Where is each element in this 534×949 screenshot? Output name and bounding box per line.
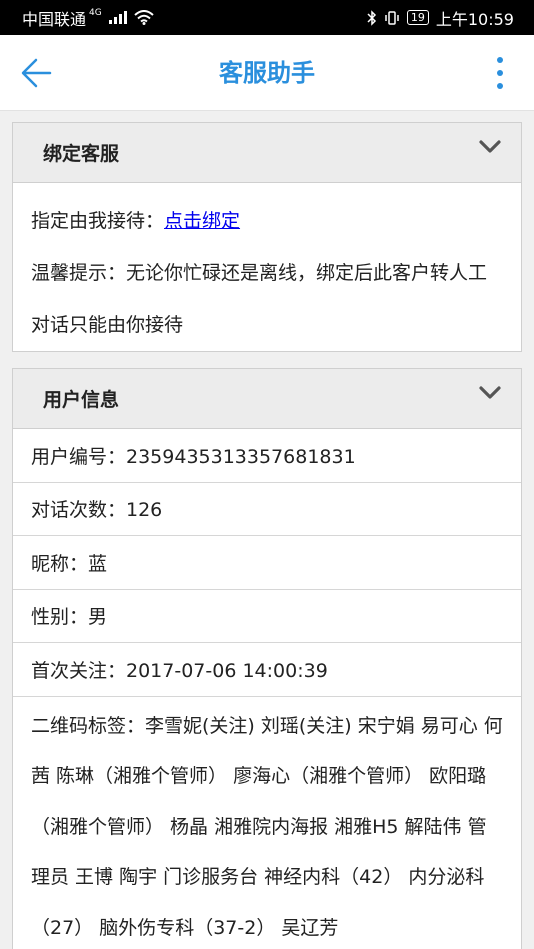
network-type-label: 4G: [89, 7, 102, 18]
battery-level: 19: [410, 11, 425, 24]
gender-row: 性别：男: [13, 590, 521, 643]
bind-panel-header[interactable]: 绑定客服: [13, 123, 521, 183]
bluetooth-icon: [367, 9, 376, 26]
more-vertical-icon: [497, 57, 503, 63]
app-header: 客服助手: [0, 35, 534, 111]
more-menu-button[interactable]: [496, 57, 504, 89]
status-bar: 中国联通 4G 19 上午10:59: [0, 0, 534, 35]
signal-icon: [108, 11, 127, 24]
bind-agent-panel: 绑定客服 指定由我接待：点击绑定 温馨提示：无论你忙碌还是离线，绑定后此客户转人…: [12, 122, 522, 352]
clock-label: 上午10:59: [435, 9, 514, 29]
nickname-row: 昵称：蓝: [13, 536, 521, 590]
bind-tip-text: 温馨提示：无论你忙碌还是离线，绑定后此客户转人工对话只能由你接待: [31, 262, 488, 336]
chevron-down-icon[interactable]: [479, 385, 501, 400]
page-title: 客服助手: [219, 59, 315, 87]
wifi-icon: [134, 10, 154, 25]
user-info-panel: 用户信息 用户编号：2359435313357681831 对话次数：126 昵…: [12, 368, 522, 949]
qr-tags-row: 二维码标签：李雪妮(关注) 刘瑶(关注) 宋宁娟 易可心 何茜 陈琳（湘雅个管师…: [31, 714, 503, 939]
user-panel-title: 用户信息: [43, 389, 120, 411]
bind-link[interactable]: 点击绑定: [164, 210, 240, 232]
assign-label: 指定由我接待：: [31, 210, 165, 232]
user-panel-header[interactable]: 用户信息: [13, 369, 521, 429]
carrier-label: 中国联通: [22, 9, 87, 29]
chat-count-row: 对话次数：126: [13, 483, 521, 536]
vibrate-icon: [385, 10, 399, 25]
first-follow-row: 首次关注：2017-07-06 14:00:39: [13, 643, 521, 697]
user-id-row: 用户编号：2359435313357681831: [13, 429, 521, 483]
bind-panel-title: 绑定客服: [43, 143, 120, 165]
battery-icon: 19: [406, 10, 429, 25]
assign-row: 指定由我接待：点击绑定: [31, 195, 503, 247]
chevron-down-icon[interactable]: [479, 139, 501, 154]
